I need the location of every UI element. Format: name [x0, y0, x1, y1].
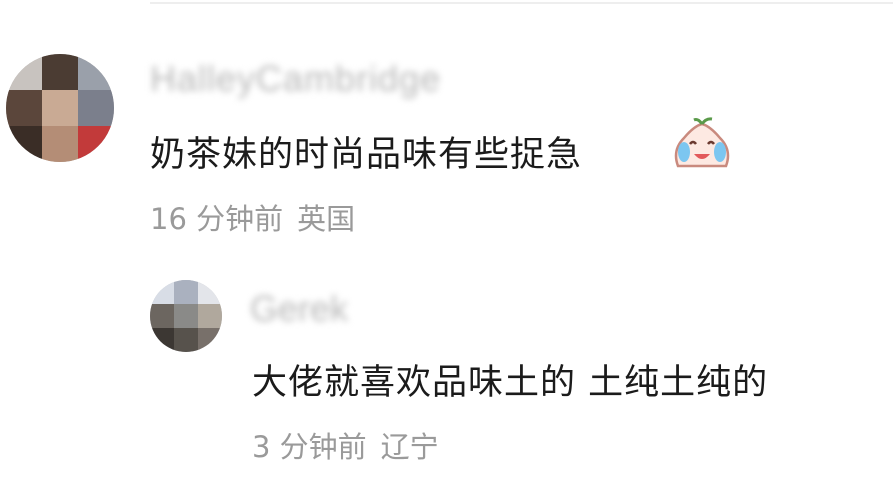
top-divider	[150, 2, 893, 4]
reply-username[interactable]: Gerek	[250, 288, 348, 330]
reply-location: 辽宁	[380, 430, 439, 464]
comment-text: 奶茶妹的时尚品味有些捉急	[150, 135, 583, 175]
comment-meta: 16 分钟前 英国	[150, 196, 355, 238]
pixelated-avatar-image	[150, 280, 222, 352]
pixelated-avatar-image	[6, 54, 114, 162]
commenter-avatar[interactable]	[6, 54, 114, 162]
reply-text: 大佬就喜欢品味土的 土纯土纯的	[252, 363, 769, 403]
comment-location: 英国	[297, 202, 356, 236]
reply-meta: 3 分钟前 辽宁	[252, 424, 439, 466]
reply-avatar[interactable]	[150, 280, 222, 352]
comment-time: 16 分钟前	[150, 202, 284, 236]
crying-laughing-bun-emoji-icon	[672, 116, 732, 172]
commenter-username[interactable]: HalleyCambridge	[150, 58, 441, 100]
reply-time: 3 分钟前	[252, 430, 367, 464]
